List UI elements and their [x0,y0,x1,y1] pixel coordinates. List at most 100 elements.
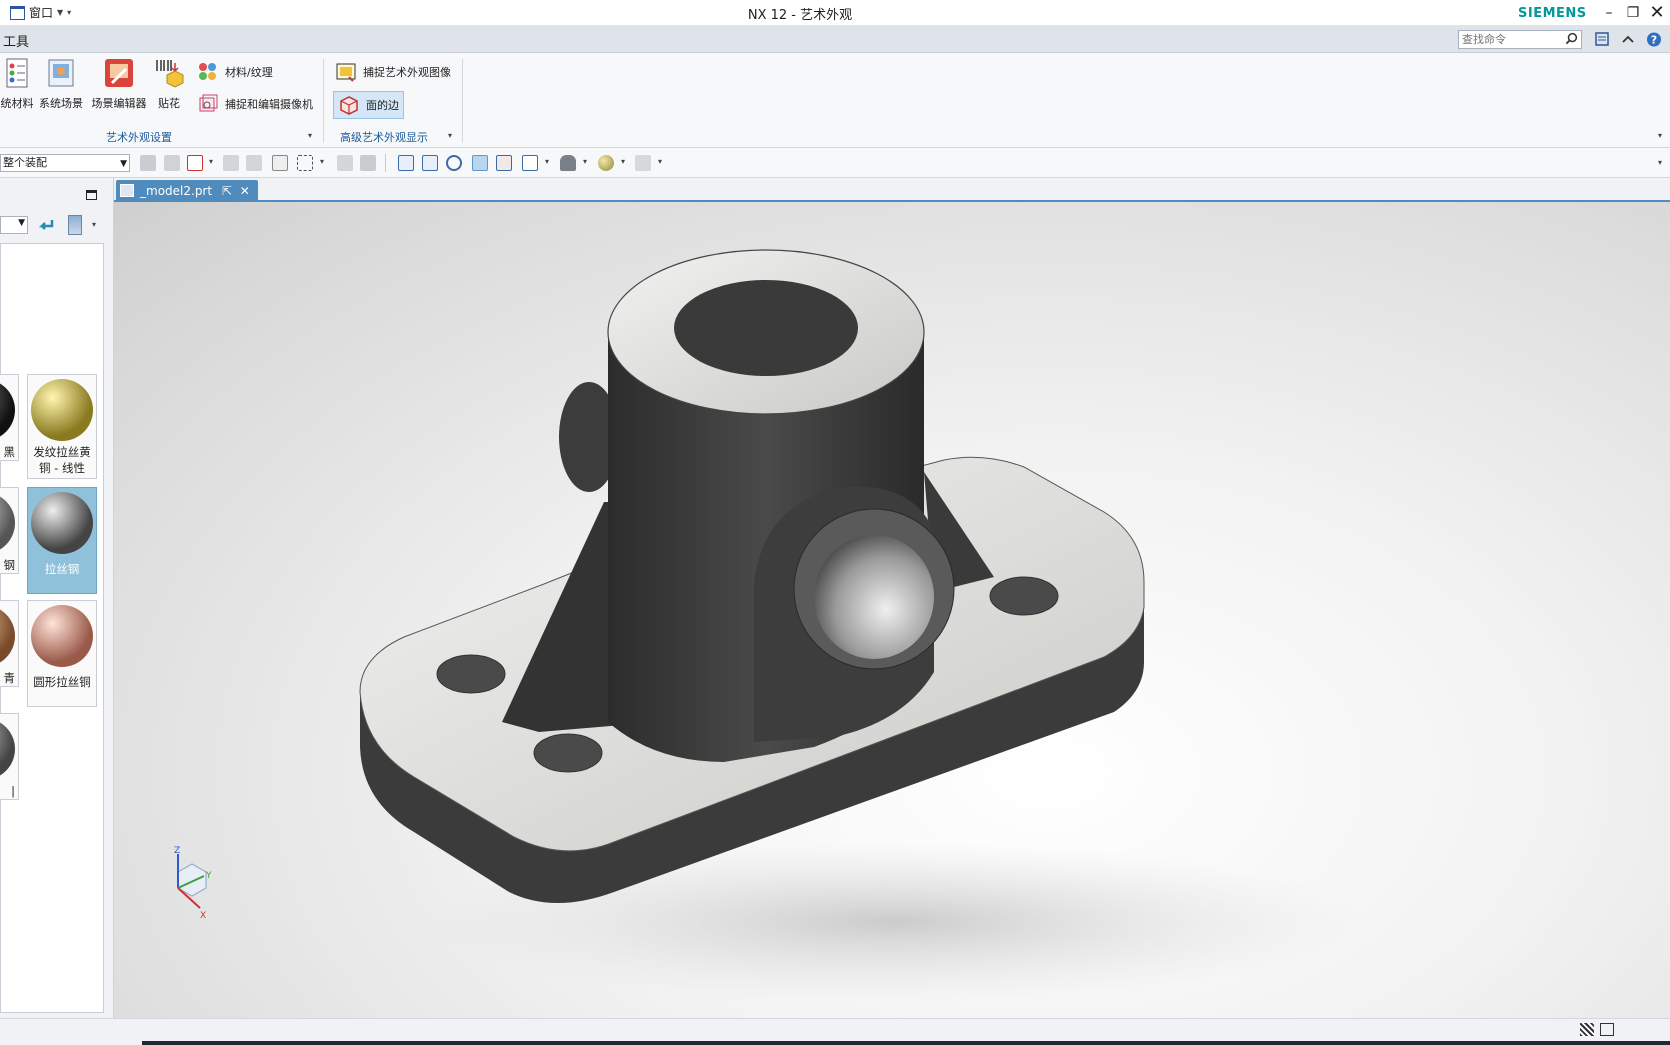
material-tile-bronze[interactable]: 青 [0,600,19,687]
palette-filter-select[interactable]: ▼ [0,216,28,234]
material-tile-partial[interactable]: | [0,713,19,800]
chevron-down-icon[interactable]: ▾ [320,157,324,166]
zoom-icon[interactable] [422,155,438,171]
assembly-scope-select[interactable]: 整个装配 ▼ [0,154,130,172]
fit-view-icon[interactable] [398,155,414,171]
edit-section-icon[interactable] [635,155,651,171]
capture-image-icon [336,63,356,82]
command-search[interactable] [1458,30,1582,49]
material-sphere-icon[interactable] [598,155,614,171]
status-window-icon[interactable] [1600,1023,1614,1036]
back-arrow-icon[interactable] [36,216,56,234]
ribbon-options-icon[interactable] [1592,30,1612,49]
help-icon[interactable]: ? [1644,30,1664,49]
material-tile-black[interactable]: 黑 [0,374,19,461]
capture-image-button[interactable]: 捕捉艺术外观图像 [335,61,451,83]
scene-editor-label: 场景编辑器 [91,97,147,110]
system-scene-button[interactable]: 系统场景 [36,57,86,111]
document-tab[interactable]: _model2.prt ⇱ ✕ [116,180,258,202]
box-select-icon[interactable] [297,155,313,171]
z-axis-label: Z [174,846,180,856]
chevron-down-icon[interactable]: ▾ [545,157,549,166]
group-expand-icon[interactable]: ▾ [448,131,452,140]
material-sphere-icon [31,379,93,441]
chevron-down-icon[interactable]: ▾ [583,157,587,166]
search-icon[interactable] [1565,32,1578,45]
face-edges-icon [340,96,358,115]
toolbar-separator [385,154,386,172]
undock-icon[interactable]: ⇱ [222,184,232,198]
close-button[interactable]: ✕ [1646,3,1668,23]
palette-view-icon[interactable] [68,215,82,235]
snap-icon[interactable] [140,155,156,171]
select-feature-icon[interactable] [272,155,288,171]
decal-button[interactable]: 贴花 [151,57,187,111]
menu-row: 工具 ? [0,26,1670,53]
system-material-button[interactable]: 统材料 [0,57,34,111]
group-label-advanced-display: 高级艺术外观显示 [340,131,428,144]
material-sphere-icon [0,492,15,554]
ribbon-separator [462,59,463,143]
material-texture-button[interactable]: 材料/纹理 [197,61,273,83]
shading-icon[interactable] [560,155,576,171]
bore-hole [674,280,858,376]
graphics-viewport[interactable]: Z Y X [114,202,1670,1018]
material-label: 黑 [3,445,16,459]
checkered-flag-icon[interactable] [1580,1023,1594,1036]
material-label: 钢 [3,558,16,572]
restore-button[interactable]: ❐ [1622,3,1644,23]
chevron-down-icon[interactable]: ▾ [658,157,662,166]
pan-icon[interactable] [472,155,488,171]
material-palette-panel: ▼ ▾ 黑 钢 青 | 发纹拉丝黄铜 - 线性 拉丝钢 圆形拉丝铜 [0,178,114,1021]
material-label: 圆形拉丝铜 [33,675,91,689]
close-tab-icon[interactable]: ✕ [240,184,250,198]
select-add-icon[interactable] [187,155,203,171]
scene-editor-button[interactable]: 场景编辑器 [88,57,150,111]
material-label: 拉丝钢 [44,562,80,576]
view-triad[interactable]: Z Y X [160,844,230,924]
body-icon[interactable] [360,155,376,171]
toolbar-more-icon[interactable]: ▾ [1658,158,1662,167]
ribbon-more-icon[interactable]: ▾ [1658,131,1662,140]
point-on-curve-icon[interactable] [246,155,262,171]
filter-icon[interactable] [164,155,180,171]
bolt-hole [436,654,506,694]
material-tile-circular-brushed-copper[interactable]: 圆形拉丝铜 [27,600,97,707]
ribbon-separator [323,59,324,143]
material-texture-icon [199,63,216,80]
decal-icon [156,60,184,88]
display-mode-icon[interactable] [522,155,538,171]
material-sphere-icon [0,718,15,780]
status-bar [0,1018,1670,1045]
camera-capture-button[interactable]: 捕捉和编辑摄像机 [197,93,313,115]
face-edges-button[interactable]: 面的边 [333,91,404,119]
chevron-down-icon[interactable]: ▾ [621,157,625,166]
bolt-hole [533,733,603,773]
chevron-down-icon[interactable]: ▾ [92,220,96,229]
maximize-panel-icon[interactable] [86,190,97,200]
material-tile-brushed-steel[interactable]: 拉丝钢 [27,487,97,594]
material-label: 发纹拉丝黄铜 - 线性 [33,445,91,475]
model-render[interactable] [114,202,1670,1018]
taskbar-strip [142,1041,1670,1045]
group-expand-icon[interactable]: ▾ [308,131,312,140]
point-snap-icon[interactable] [223,155,239,171]
collapse-ribbon-icon[interactable] [1618,30,1638,49]
scene-editor-icon [105,59,133,87]
search-input[interactable] [1459,31,1559,47]
rotate-icon[interactable] [446,155,462,171]
system-material-icon [6,58,28,88]
component-icon[interactable] [337,155,353,171]
camera-capture-icon [199,94,218,112]
material-tile-brushed-brass[interactable]: 发纹拉丝黄铜 - 线性 [27,374,97,479]
material-tile-steel[interactable]: 钢 [0,487,19,574]
document-tab-label: _model2.prt [140,184,213,198]
capture-image-label: 捕捉艺术外观图像 [363,66,451,79]
camera-capture-label: 捕捉和编辑摄像机 [225,98,313,111]
menu-tools[interactable]: 工具 [3,31,29,50]
system-material-label: 统材料 [0,97,34,110]
view-orient-icon[interactable] [496,155,512,171]
material-grid: 黑 钢 青 | 发纹拉丝黄铜 - 线性 拉丝钢 圆形拉丝铜 [0,243,104,1013]
chevron-down-icon[interactable]: ▾ [209,157,213,166]
minimize-button[interactable]: – [1598,3,1620,23]
